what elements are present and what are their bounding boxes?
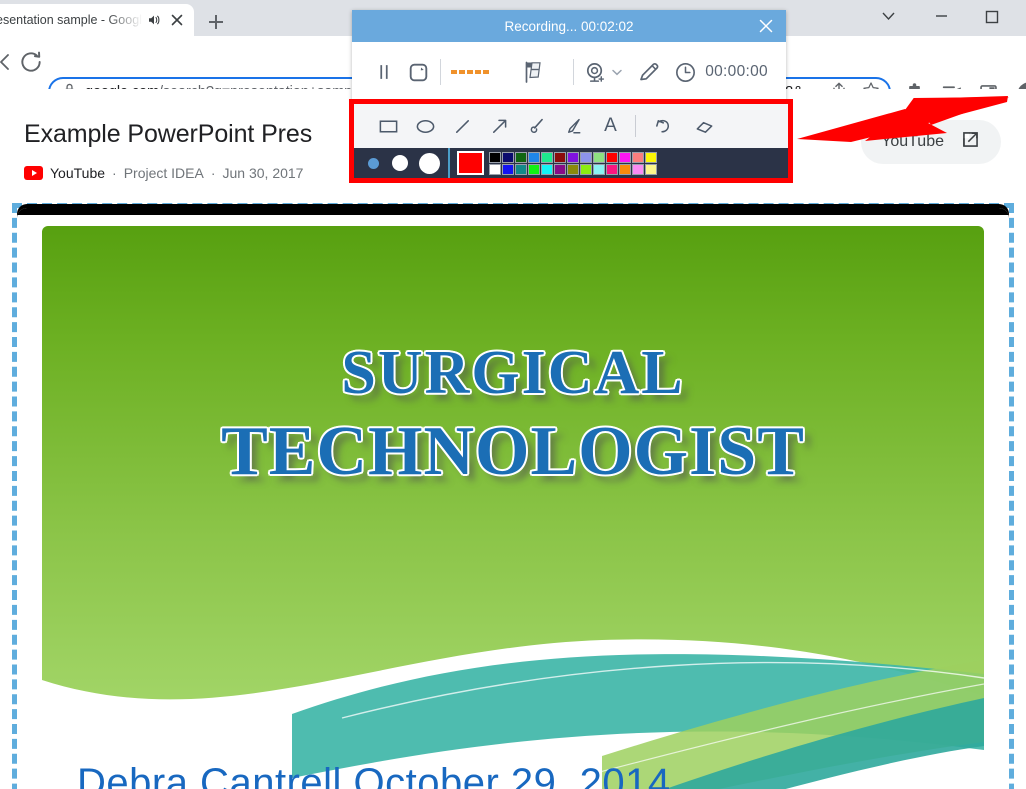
- color-palette-row: [354, 148, 788, 178]
- recorder-elapsed-time: 00:00:00: [705, 63, 768, 80]
- slide-byline: Debra Cantrell October 29, 2014: [77, 761, 671, 789]
- color-swatch-row-2: [489, 163, 657, 175]
- color-swatch-f98bf2[interactable]: [632, 163, 644, 175]
- color-swatch-8d93ec[interactable]: [580, 151, 592, 163]
- result-date: Jun 30, 2017: [222, 165, 304, 181]
- stop-rounded-square-icon[interactable]: [404, 52, 432, 92]
- color-swatch-1f86e8[interactable]: [528, 151, 540, 163]
- toolbar-divider-1: [440, 59, 441, 85]
- chevron-down-icon[interactable]: [866, 0, 911, 32]
- color-swatch-138a8a[interactable]: [515, 163, 527, 175]
- ellipse-icon[interactable]: [407, 109, 444, 143]
- brush-icon[interactable]: [518, 109, 555, 143]
- color-swatch-000000[interactable]: [489, 151, 501, 163]
- color-swatch-8c0b0b[interactable]: [554, 151, 566, 163]
- toolbar-divider-2: [572, 59, 574, 85]
- webcam-plus-icon[interactable]: [582, 52, 610, 92]
- brush-size-small[interactable]: [368, 157, 379, 169]
- color-swatch-880c88[interactable]: [554, 163, 566, 175]
- text-a-icon[interactable]: A: [592, 109, 629, 143]
- minimize-icon[interactable]: [919, 0, 964, 32]
- pencil-icon[interactable]: [635, 52, 663, 92]
- drawing-tools-row: A: [354, 104, 788, 148]
- current-color-swatch[interactable]: [457, 151, 484, 175]
- window-controls: [866, 0, 1026, 36]
- color-swatch-8fe081[interactable]: [593, 151, 605, 163]
- recorder-status-text: Recording... 00:02:02: [504, 18, 634, 34]
- color-swatch-fbf68c[interactable]: [645, 163, 657, 175]
- slide-title: SURGICAL TECHNOLOGIST: [42, 339, 984, 490]
- color-swatch-ffffff[interactable]: [489, 163, 501, 175]
- color-swatch-fa7e7e[interactable]: [632, 151, 644, 163]
- browser-tab[interactable]: esentation sample - Google: [0, 4, 194, 36]
- slide-selection-frame[interactable]: SURGICAL TECHNOLOGIST Debra Cantrell Oct…: [12, 203, 1014, 789]
- back-arrow-icon[interactable]: [0, 50, 16, 79]
- slide-title-line-2: TECHNOLOGIST: [221, 412, 805, 490]
- color-swatch-8bf2f2[interactable]: [593, 163, 605, 175]
- page-content: Example PowerPoint Pres YouTube · Projec…: [0, 89, 1026, 789]
- color-swatch-fb17f2[interactable]: [619, 151, 631, 163]
- color-swatch-8013e0[interactable]: [567, 151, 579, 163]
- reload-icon[interactable]: [18, 49, 44, 80]
- undo-icon[interactable]: [645, 109, 682, 143]
- callout-arrow-icon: [797, 96, 1009, 142]
- result-source: YouTube: [50, 165, 106, 181]
- palette-divider: [448, 148, 450, 178]
- color-swatch-8ced10[interactable]: [580, 163, 592, 175]
- color-swatch-fb1780[interactable]: [606, 163, 618, 175]
- color-swatch-fa8a0c[interactable]: [619, 163, 631, 175]
- result-meta: YouTube · Project IDEA · Jun 30, 2017: [24, 165, 303, 181]
- tab-title: esentation sample - Google: [0, 13, 144, 27]
- recorder-toolbar: 00:00:00: [352, 42, 786, 102]
- color-swatch-12f5f5[interactable]: [541, 163, 553, 175]
- highlighter-icon[interactable]: [555, 109, 592, 143]
- color-swatch-row-1: [489, 151, 657, 163]
- youtube-icon: [24, 166, 43, 180]
- brush-size-medium[interactable]: [392, 155, 408, 171]
- flag-icon[interactable]: [519, 52, 547, 92]
- pause-button[interactable]: [370, 52, 398, 92]
- brush-size-large[interactable]: [419, 152, 440, 174]
- color-swatch-12f112[interactable]: [528, 163, 540, 175]
- eraser-icon[interactable]: [686, 109, 723, 143]
- slide-top-bar: [17, 208, 1009, 215]
- new-tab-button[interactable]: [202, 8, 230, 36]
- close-icon[interactable]: [756, 16, 776, 36]
- annotation-toolbar-highlight: A: [349, 99, 793, 183]
- meta-separator-2: ·: [210, 165, 216, 181]
- color-swatch-fe0000[interactable]: [606, 151, 618, 163]
- line-icon[interactable]: [444, 109, 481, 143]
- text-tool-label: A: [604, 115, 617, 136]
- recorder-title-bar: Recording... 00:02:02: [352, 10, 786, 42]
- presentation-slide[interactable]: SURGICAL TECHNOLOGIST Debra Cantrell Oct…: [42, 226, 984, 789]
- arrow-icon[interactable]: [481, 109, 518, 143]
- speaker-icon[interactable]: [146, 12, 162, 28]
- page-title: Example PowerPoint Pres: [24, 120, 313, 148]
- color-swatch-116611[interactable]: [515, 151, 527, 163]
- slide-shell: SURGICAL TECHNOLOGIST Debra Cantrell Oct…: [17, 208, 1009, 789]
- maximize-icon[interactable]: [969, 0, 1014, 32]
- tools-divider: [635, 115, 636, 137]
- meta-separator-1: ·: [112, 165, 117, 181]
- rectangle-icon[interactable]: [370, 109, 407, 143]
- color-swatch-1313f2[interactable]: [502, 163, 514, 175]
- screen-recorder-window: Recording... 00:02:02 00:00:00: [352, 10, 786, 102]
- color-swatch-fbf606[interactable]: [645, 151, 657, 163]
- result-channel: Project IDEA: [123, 165, 204, 181]
- clock-icon: [671, 52, 699, 92]
- close-icon[interactable]: [168, 11, 186, 29]
- chevron-down-icon[interactable]: [610, 52, 625, 92]
- color-swatch-grid: [489, 151, 657, 175]
- audio-level-icon[interactable]: [449, 52, 497, 92]
- color-swatch-1ee98e[interactable]: [541, 151, 553, 163]
- slide-title-line-1: SURGICAL: [341, 339, 685, 407]
- color-swatch-0b0b6e[interactable]: [502, 151, 514, 163]
- color-swatch-8a8a0c[interactable]: [567, 163, 579, 175]
